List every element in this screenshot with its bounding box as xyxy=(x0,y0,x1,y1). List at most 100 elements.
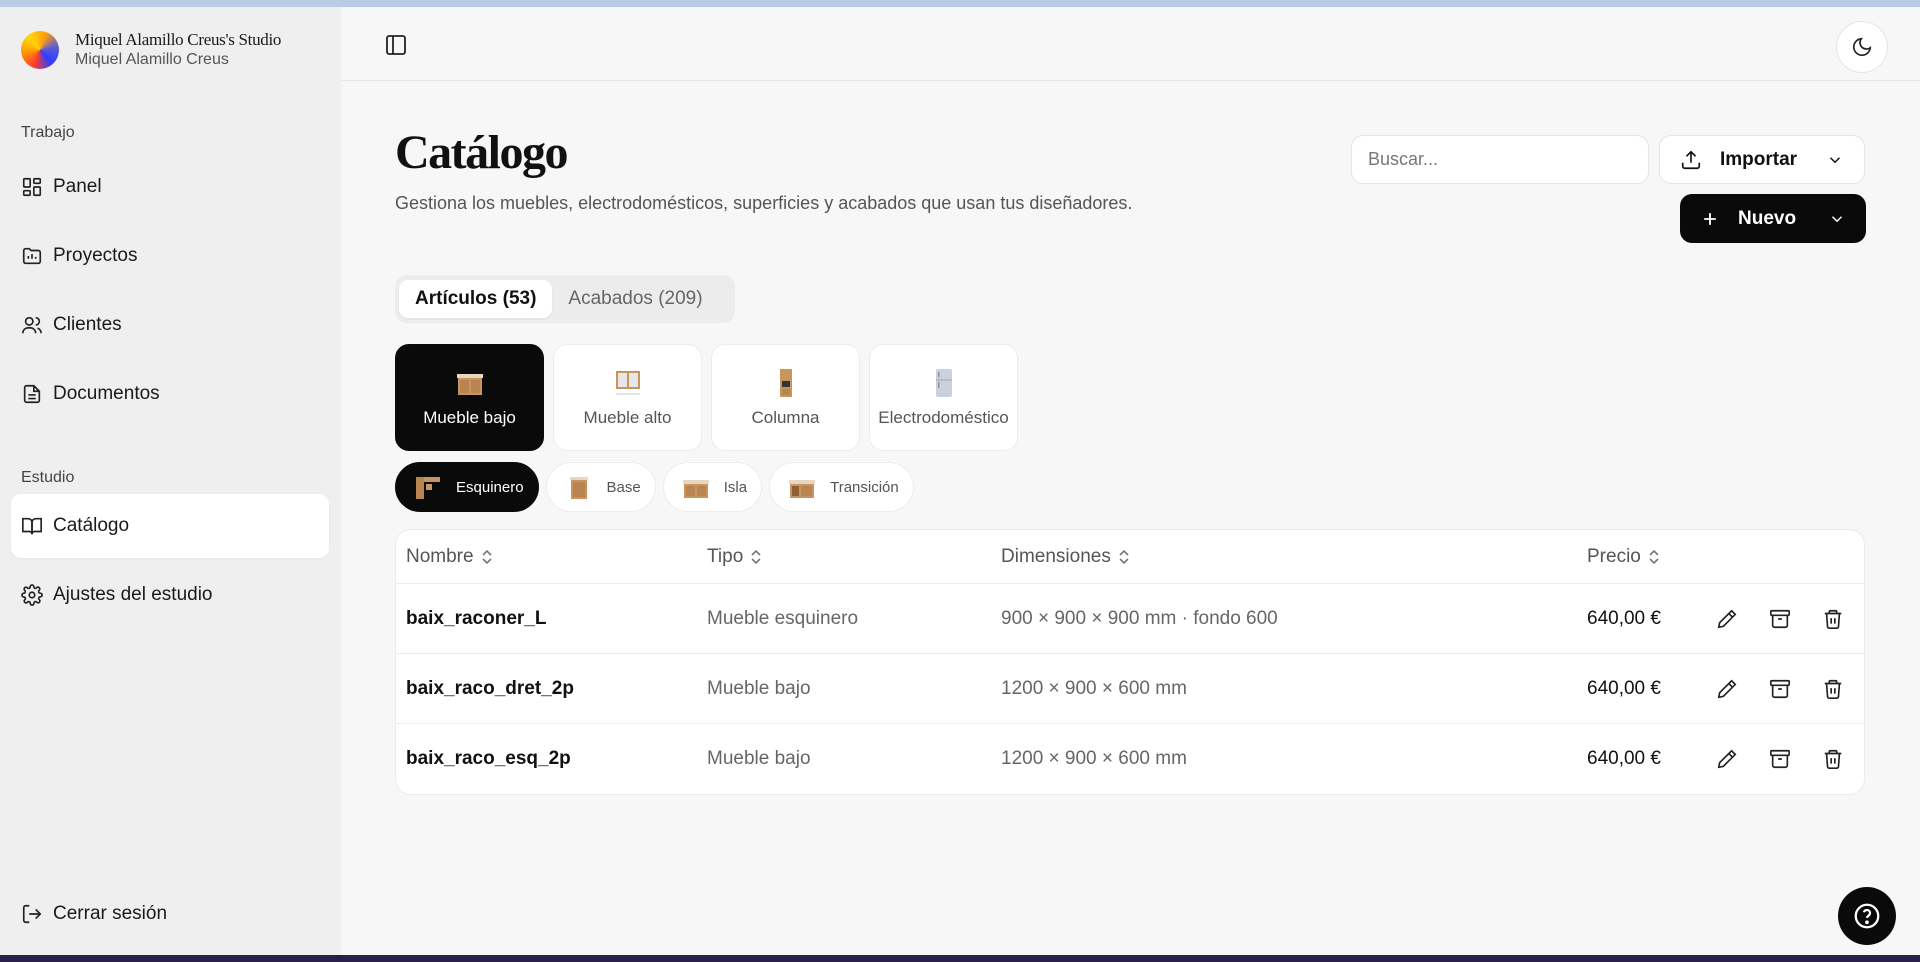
sort-icon xyxy=(1119,549,1129,564)
studio-owner: Miquel Alamillo Creus xyxy=(75,51,229,68)
category-mueble-alto[interactable]: Mueble alto xyxy=(553,344,702,451)
row-actions xyxy=(1714,606,1864,632)
app-window: Miquel Alamillo Creus's Studio Miquel Al… xyxy=(0,7,1920,955)
logout-label: Cerrar sesión xyxy=(53,903,168,924)
corner-cabinet-icon xyxy=(416,477,440,499)
edit-button[interactable] xyxy=(1714,606,1740,632)
row-price: 640,00 € xyxy=(1587,677,1661,699)
upload-icon xyxy=(1681,150,1701,169)
trash-icon xyxy=(1824,749,1842,769)
transition-cabinet-icon xyxy=(789,480,816,498)
chevron-down-icon xyxy=(1831,215,1843,222)
theme-toggle-button[interactable] xyxy=(1836,21,1888,73)
catalog-table: Nombre Tipo Dimensiones Precio baix_raco… xyxy=(395,529,1865,795)
row-type: Mueble bajo xyxy=(707,677,811,699)
logout-button[interactable]: Cerrar sesión xyxy=(21,903,167,925)
archive-button[interactable] xyxy=(1767,606,1793,632)
sidebar-item-label: Clientes xyxy=(53,314,122,335)
sidebar-item-ajustes[interactable]: Ajustes del estudio xyxy=(11,563,329,627)
table-row[interactable]: baix_raco_dret_2p Mueble bajo 1200 × 900… xyxy=(396,654,1864,724)
trash-icon xyxy=(1824,679,1842,699)
edit-button[interactable] xyxy=(1714,676,1740,702)
row-dimensions: 1200 × 900 × 600 mm xyxy=(1001,748,1187,769)
dashboard-icon xyxy=(22,177,42,197)
help-button[interactable] xyxy=(1838,887,1896,945)
row-price: 640,00 € xyxy=(1587,748,1661,769)
column-header-nombre[interactable]: Nombre xyxy=(406,546,494,568)
main-content: Catálogo Gestiona los muebles, electrodo… xyxy=(341,7,1920,955)
delete-button[interactable] xyxy=(1820,676,1846,702)
archive-icon xyxy=(1770,609,1790,628)
category-mueble-bajo[interactable]: Mueble bajo xyxy=(395,344,544,451)
archive-icon xyxy=(1770,679,1790,698)
book-icon xyxy=(22,517,42,535)
column-header-dimensiones[interactable]: Dimensiones xyxy=(1001,546,1131,568)
row-price: 640,00 € xyxy=(1587,607,1661,629)
delete-button[interactable] xyxy=(1820,746,1846,772)
base-cabinet-icon xyxy=(456,373,483,395)
sort-icon xyxy=(1649,549,1659,564)
base-unit-icon xyxy=(569,477,588,499)
row-name: baix_raco_dret_2p xyxy=(406,677,574,699)
page-title: Catálogo xyxy=(395,126,568,179)
sidebar-item-catalogo[interactable]: Catálogo xyxy=(11,494,329,558)
row-name: baix_raconer_L xyxy=(406,607,547,629)
archive-button[interactable] xyxy=(1767,676,1793,702)
archive-button[interactable] xyxy=(1767,746,1793,772)
sidebar-item-label: Proyectos xyxy=(53,245,138,266)
table-row[interactable]: baix_raconer_L Mueble esquinero 900 × 90… xyxy=(396,584,1864,654)
new-button[interactable]: Nuevo xyxy=(1680,194,1866,243)
sidebar-item-clientes[interactable]: Clientes xyxy=(11,293,329,357)
subcategory-base[interactable]: Base xyxy=(545,462,656,512)
import-button[interactable]: Importar xyxy=(1659,135,1865,184)
sidebar-item-label: Documentos xyxy=(53,383,160,404)
sort-icon xyxy=(482,549,492,564)
page-subtitle: Gestiona los muebles, electrodomésticos,… xyxy=(395,193,1133,213)
row-type: Mueble esquinero xyxy=(707,607,859,629)
gear-icon xyxy=(21,584,43,606)
category-label: Mueble bajo xyxy=(423,407,516,427)
toggle-sidebar-button[interactable] xyxy=(384,33,408,57)
category-label: Mueble alto xyxy=(583,407,672,427)
tab-articulos[interactable]: Artículos (53) xyxy=(399,280,553,318)
import-label: Importar xyxy=(1720,148,1798,170)
sidebar-item-proyectos[interactable]: Proyectos xyxy=(11,224,329,288)
sidebar-item-panel[interactable]: Panel xyxy=(11,155,329,219)
subcategory-label: Isla xyxy=(723,478,748,496)
row-actions xyxy=(1714,746,1864,772)
section-label-work: Trabajo xyxy=(21,124,75,141)
edit-button[interactable] xyxy=(1714,746,1740,772)
table-row[interactable]: baix_raco_esq_2p Mueble bajo 1200 × 900 … xyxy=(396,724,1864,794)
row-dimensions: 900 × 900 × 900 mm · fondo 600 xyxy=(1001,607,1278,629)
subcategory-filters: Esquinero Base Isla Transición xyxy=(395,462,921,512)
delete-button[interactable] xyxy=(1820,606,1846,632)
search-input[interactable] xyxy=(1351,135,1649,184)
sort-icon xyxy=(751,549,761,564)
table-header: Nombre Tipo Dimensiones Precio xyxy=(396,530,1864,584)
studio-logo xyxy=(21,31,59,69)
subcategory-transicion[interactable]: Transición xyxy=(769,462,914,512)
topbar xyxy=(341,7,1920,81)
subcategory-label: Base xyxy=(606,478,641,496)
row-actions xyxy=(1714,676,1864,702)
moon-icon xyxy=(1852,37,1872,57)
subcategory-esquinero[interactable]: Esquinero xyxy=(395,462,539,512)
sidebar: Miquel Alamillo Creus's Studio Miquel Al… xyxy=(0,7,341,955)
island-icon xyxy=(682,480,709,498)
taskbar-strip xyxy=(0,955,1920,962)
sidebar-item-documentos[interactable]: Documentos xyxy=(11,362,329,426)
studio-switcher[interactable]: Miquel Alamillo Creus's Studio Miquel Al… xyxy=(21,30,281,70)
sidebar-toggle-icon xyxy=(386,35,406,55)
users-icon xyxy=(22,316,42,334)
category-electrodomestico[interactable]: Electrodoméstico xyxy=(869,344,1018,451)
wall-cabinet-icon xyxy=(615,370,640,395)
column-header-tipo[interactable]: Tipo xyxy=(707,546,763,568)
column-header-precio[interactable]: Precio xyxy=(1587,546,1661,568)
category-columna[interactable]: Columna xyxy=(711,344,860,451)
tab-acabados[interactable]: Acabados (209) xyxy=(552,280,718,318)
subcategory-isla[interactable]: Isla xyxy=(662,462,763,512)
pencil-icon xyxy=(1717,609,1737,628)
row-type: Mueble bajo xyxy=(707,748,811,769)
category-label: Columna xyxy=(751,407,820,427)
chevron-down-icon xyxy=(1829,156,1841,163)
